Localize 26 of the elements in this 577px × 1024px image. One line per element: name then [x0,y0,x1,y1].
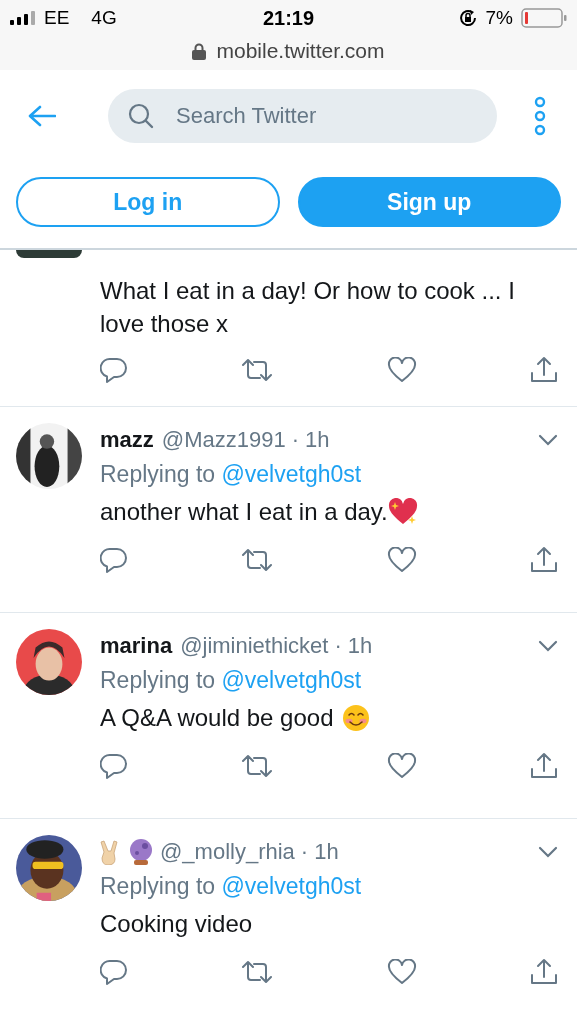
login-button[interactable]: Log in [16,177,280,227]
carrier: EE [44,7,70,29]
tweet-text: Cooking video [100,909,253,939]
user-handle[interactable]: @jiminiethicket [180,633,329,659]
network: 4G [91,7,117,29]
tweet-text: another what I eat in a day. [100,497,388,527]
replying-label: Replying to [100,461,216,487]
user-name[interactable]: marina [100,633,173,659]
user-handle[interactable]: @_molly_rhia [160,839,295,865]
tweet-text: A Q&A would be good [100,703,334,733]
mention-link[interactable]: @velvetgh0st [221,461,362,487]
clock: 21:19 [262,6,315,30]
url-text[interactable]: mobile.twitter.com [216,39,385,63]
replying-label: Replying to [100,667,216,693]
tweet-time: · 1h [291,427,330,453]
replying-label: Replying to [100,873,216,899]
mention-link[interactable]: @velvetgh0st [221,667,362,693]
user-handle[interactable]: @Mazz1991 [161,427,286,453]
tweet-time: · 1h [334,633,373,659]
search-field[interactable]: Search Twitter [108,89,497,143]
signup-button[interactable]: Sign up [297,177,561,227]
battery-percent: 7% [485,7,513,29]
tweet-text: What I eat in a day! Or how to cook ... I love those x [100,276,516,339]
mention-link[interactable]: @velvetgh0st [221,873,362,899]
user-name[interactable]: mazz [100,427,154,453]
tweet-time: · 1h [300,839,339,865]
